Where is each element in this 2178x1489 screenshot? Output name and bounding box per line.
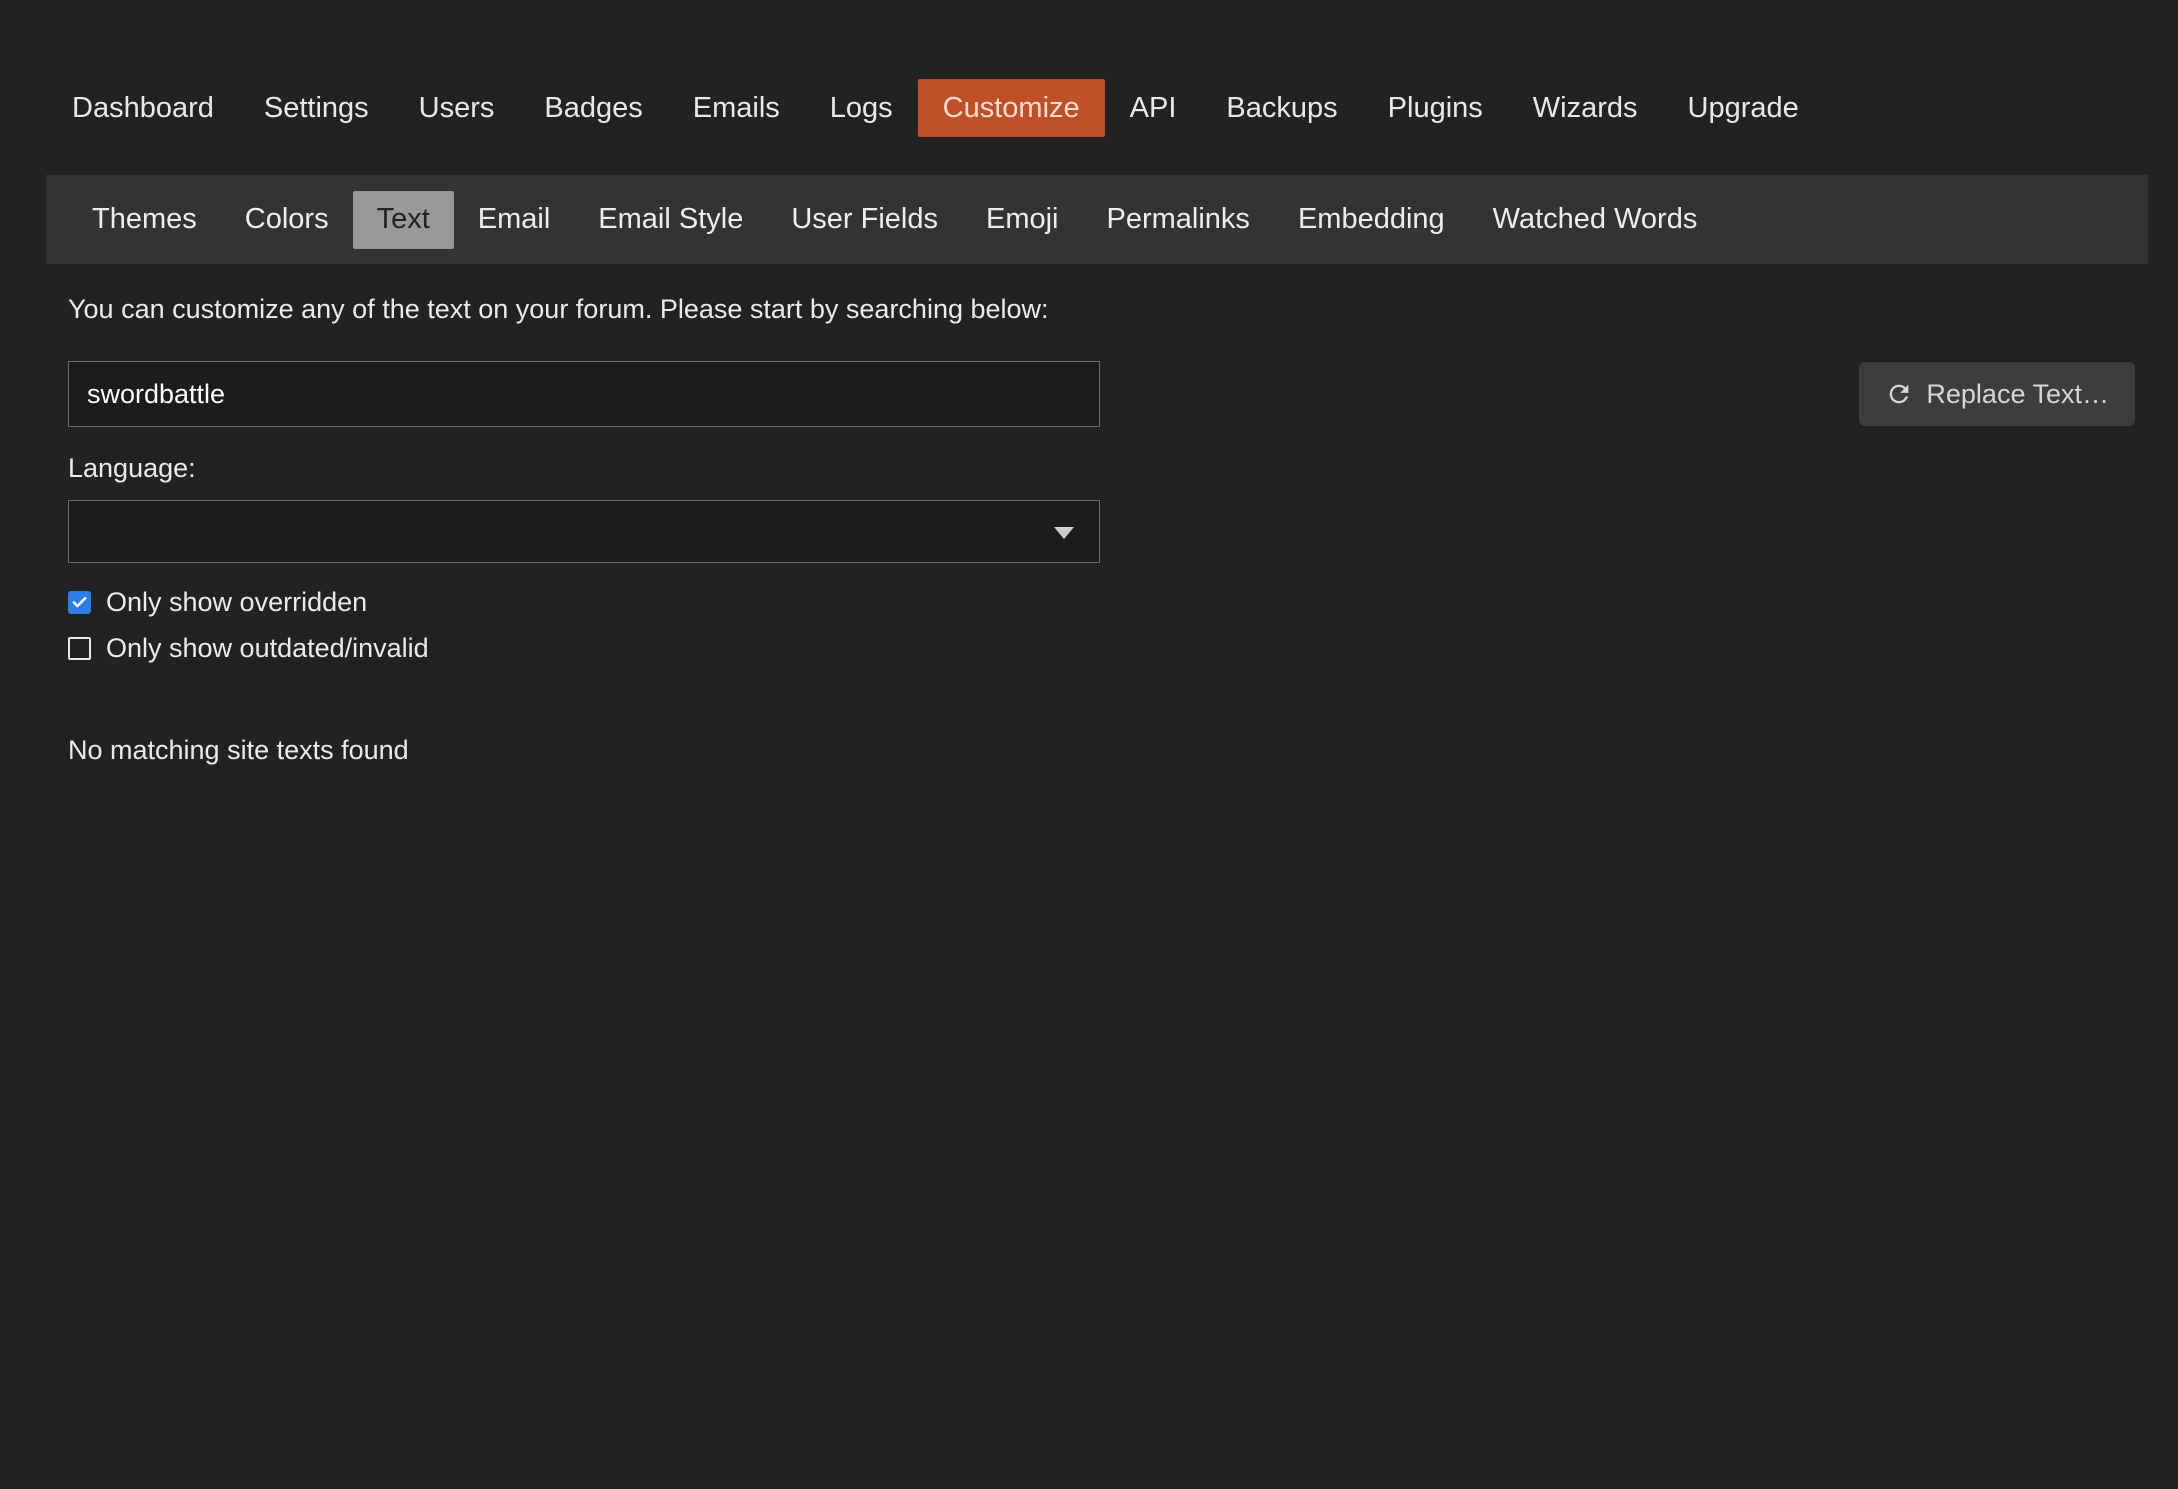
- nav-item-logs[interactable]: Logs: [805, 79, 918, 137]
- nav-item-customize[interactable]: Customize: [918, 79, 1105, 137]
- filter-only-outdated[interactable]: Only show outdated/invalid: [68, 633, 2135, 663]
- no-results-text: No matching site texts found: [68, 735, 2135, 766]
- replace-text-button[interactable]: Replace Text…: [1859, 362, 2135, 426]
- language-label: Language:: [68, 453, 2135, 484]
- nav-item-api[interactable]: API: [1105, 79, 1202, 137]
- admin-top-nav: Dashboard Settings Users Badges Emails L…: [47, 79, 2178, 137]
- intro-text: You can customize any of the text on you…: [68, 294, 2135, 325]
- language-select-wrap: [68, 500, 1100, 563]
- nav-item-plugins[interactable]: Plugins: [1363, 79, 1508, 137]
- nav-item-wizards[interactable]: Wizards: [1508, 79, 1663, 137]
- tab-emoji[interactable]: Emoji: [962, 191, 1083, 249]
- tab-user-fields[interactable]: User Fields: [767, 191, 962, 249]
- nav-item-settings[interactable]: Settings: [239, 79, 394, 137]
- tab-email-style[interactable]: Email Style: [574, 191, 767, 249]
- language-select[interactable]: [68, 500, 1100, 563]
- nav-item-users[interactable]: Users: [394, 79, 520, 137]
- search-row: Replace Text…: [68, 361, 2135, 427]
- replace-text-label: Replace Text…: [1926, 379, 2109, 410]
- nav-item-backups[interactable]: Backups: [1201, 79, 1362, 137]
- tab-embedding[interactable]: Embedding: [1274, 191, 1469, 249]
- filter-label: Only show overridden: [106, 587, 367, 618]
- nav-item-badges[interactable]: Badges: [519, 79, 667, 137]
- tab-watched-words[interactable]: Watched Words: [1469, 191, 1722, 249]
- site-text-search-input[interactable]: [68, 361, 1100, 427]
- tab-email[interactable]: Email: [454, 191, 575, 249]
- filter-only-overridden[interactable]: Only show overridden: [68, 587, 2135, 617]
- tab-themes[interactable]: Themes: [68, 191, 221, 249]
- tab-permalinks[interactable]: Permalinks: [1083, 191, 1274, 249]
- site-texts-page: You can customize any of the text on you…: [68, 294, 2135, 766]
- checkbox-checked-icon[interactable]: [68, 591, 91, 614]
- tab-colors[interactable]: Colors: [221, 191, 353, 249]
- nav-item-upgrade[interactable]: Upgrade: [1663, 79, 1824, 137]
- customize-sub-nav: Themes Colors Text Email Email Style Use…: [46, 175, 2148, 264]
- filters: Only show overridden Only show outdated/…: [68, 587, 2135, 663]
- nav-item-dashboard[interactable]: Dashboard: [47, 79, 239, 137]
- nav-item-emails[interactable]: Emails: [668, 79, 805, 137]
- refresh-icon: [1885, 380, 1913, 408]
- tab-text[interactable]: Text: [353, 191, 454, 249]
- filter-label: Only show outdated/invalid: [106, 633, 429, 664]
- checkbox-unchecked-icon[interactable]: [68, 637, 91, 660]
